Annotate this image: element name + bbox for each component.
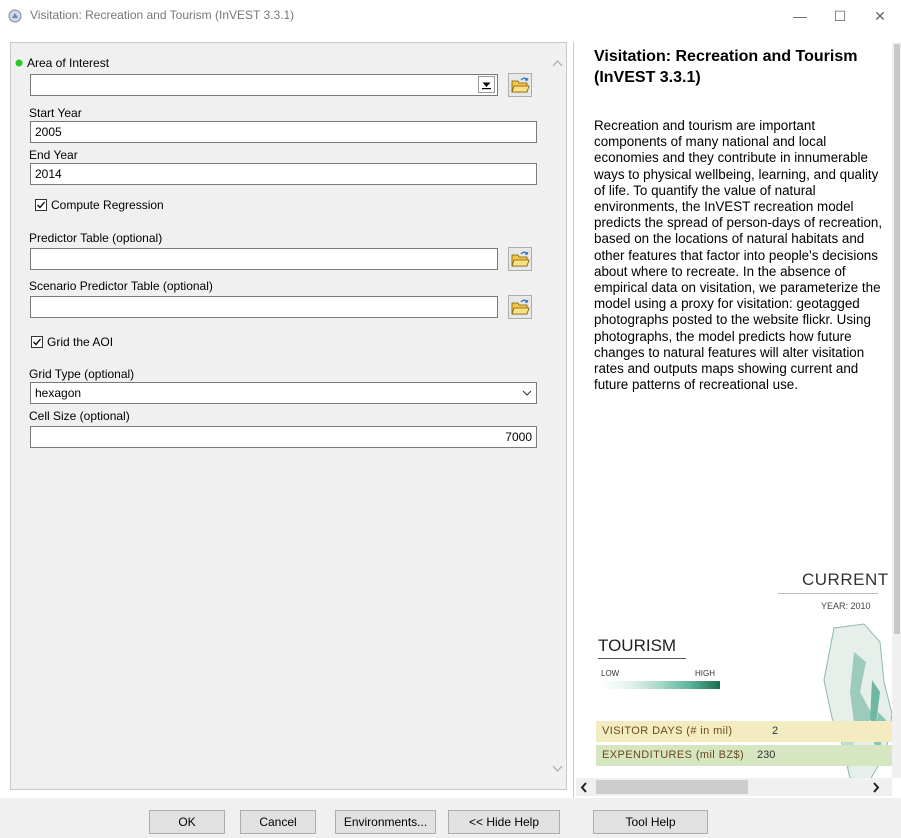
help-hscroll-thumb[interactable]	[596, 780, 748, 794]
tool-help-button[interactable]: Tool Help	[593, 810, 708, 834]
scroll-down-icon[interactable]	[552, 765, 563, 773]
figure-divider	[778, 593, 878, 594]
open-folder-icon	[511, 251, 530, 267]
help-description: Recreation and tourism are important com…	[594, 118, 883, 393]
tourism-underline	[598, 658, 686, 659]
app-icon	[8, 9, 22, 23]
predictor-table-browse-button[interactable]	[508, 247, 532, 271]
grid-aoi-checkbox-box[interactable]	[31, 336, 43, 348]
expenditures-row: EXPENDITURES (mil BZ$) 230	[596, 745, 896, 766]
tourism-legend-bar	[600, 681, 720, 689]
grid-type-select[interactable]: hexagon	[30, 382, 537, 404]
expenditures-label: EXPENDITURES (mil BZ$)	[602, 749, 745, 761]
ok-button[interactable]: OK	[149, 810, 225, 834]
legend-high-label: HIGH	[695, 669, 715, 678]
grid-type-label: Grid Type (optional)	[29, 367, 135, 381]
grid-type-value: hexagon	[35, 386, 82, 400]
visitor-days-value: 2	[772, 725, 779, 737]
checkmark-icon	[37, 201, 46, 209]
checkmark-icon	[33, 338, 42, 346]
help-hscroll[interactable]	[576, 778, 892, 796]
parameters-scrollbar[interactable]	[549, 43, 566, 789]
grid-aoi-label: Grid the AOI	[47, 335, 114, 349]
scenario-predictor-input[interactable]	[30, 296, 498, 318]
help-vscroll[interactable]	[892, 42, 901, 778]
figure-year-label: YEAR: 2010	[821, 601, 871, 611]
grid-aoi-checkbox[interactable]: Grid the AOI	[31, 335, 113, 349]
window-title: Visitation: Recreation and Tourism (InVE…	[30, 8, 295, 22]
title-bar: Visitation: Recreation and Tourism (InVE…	[0, 0, 901, 32]
compute-regression-label: Compute Regression	[51, 198, 164, 212]
figure-tourism-label: TOURISM	[598, 636, 677, 655]
parameters-panel: Area of Interest Start Year 2005 End Yea…	[10, 42, 567, 790]
end-year-input[interactable]: 2014	[30, 163, 537, 185]
dropdown-arrow-icon	[482, 82, 491, 90]
aoi-browse-button[interactable]	[508, 73, 532, 97]
cell-size-label: Cell Size (optional)	[29, 409, 130, 423]
scenario-predictor-label: Scenario Predictor Table (optional)	[29, 279, 213, 293]
chevron-down-icon	[522, 390, 532, 396]
hide-help-button[interactable]: << Hide Help	[448, 810, 560, 834]
aoi-combobox[interactable]	[30, 74, 498, 96]
scroll-up-icon[interactable]	[552, 59, 563, 67]
predictor-table-label: Predictor Table (optional)	[29, 231, 163, 245]
button-bar: OK Cancel Environments... << Hide Help T…	[0, 798, 901, 838]
cell-size-input[interactable]: 7000	[30, 426, 537, 448]
legend-low-label: LOW	[601, 669, 620, 678]
expenditures-value: 230	[757, 749, 776, 761]
visitor-days-label: VISITOR DAYS (# in mil)	[602, 725, 733, 737]
start-year-input[interactable]: 2005	[30, 121, 537, 143]
predictor-table-input[interactable]	[30, 248, 498, 270]
help-panel: Visitation: Recreation and Tourism (InVE…	[573, 42, 901, 798]
figure-current-label: CURRENT	[802, 570, 889, 589]
help-title: Visitation: Recreation and Tourism (InVE…	[594, 48, 858, 86]
required-status-icon	[15, 59, 23, 67]
help-vscroll-thumb[interactable]	[894, 44, 900, 634]
cancel-button[interactable]: Cancel	[240, 810, 316, 834]
start-year-label: Start Year	[29, 106, 82, 120]
open-folder-icon	[511, 299, 530, 315]
scroll-left-icon[interactable]	[580, 782, 588, 793]
tourism-figure: CURRENT YEAR: 2010 TOURISM LOW HIGH VISI…	[596, 568, 896, 783]
close-button[interactable]: ✕	[860, 4, 900, 28]
scroll-right-icon[interactable]	[872, 782, 880, 793]
minimize-button[interactable]: —	[780, 4, 820, 28]
scenario-predictor-browse-button[interactable]	[508, 295, 532, 319]
environments-button[interactable]: Environments...	[335, 810, 436, 834]
end-year-label: End Year	[29, 148, 78, 162]
visitor-days-row: VISITOR DAYS (# in mil) 2	[596, 721, 896, 742]
compute-regression-checkbox-box[interactable]	[35, 199, 47, 211]
open-folder-icon	[511, 77, 530, 93]
aoi-label: Area of Interest	[27, 56, 110, 70]
maximize-button[interactable]: ☐	[820, 4, 860, 28]
aoi-dropdown-button[interactable]	[478, 76, 495, 93]
compute-regression-checkbox[interactable]: Compute Regression	[35, 198, 164, 212]
